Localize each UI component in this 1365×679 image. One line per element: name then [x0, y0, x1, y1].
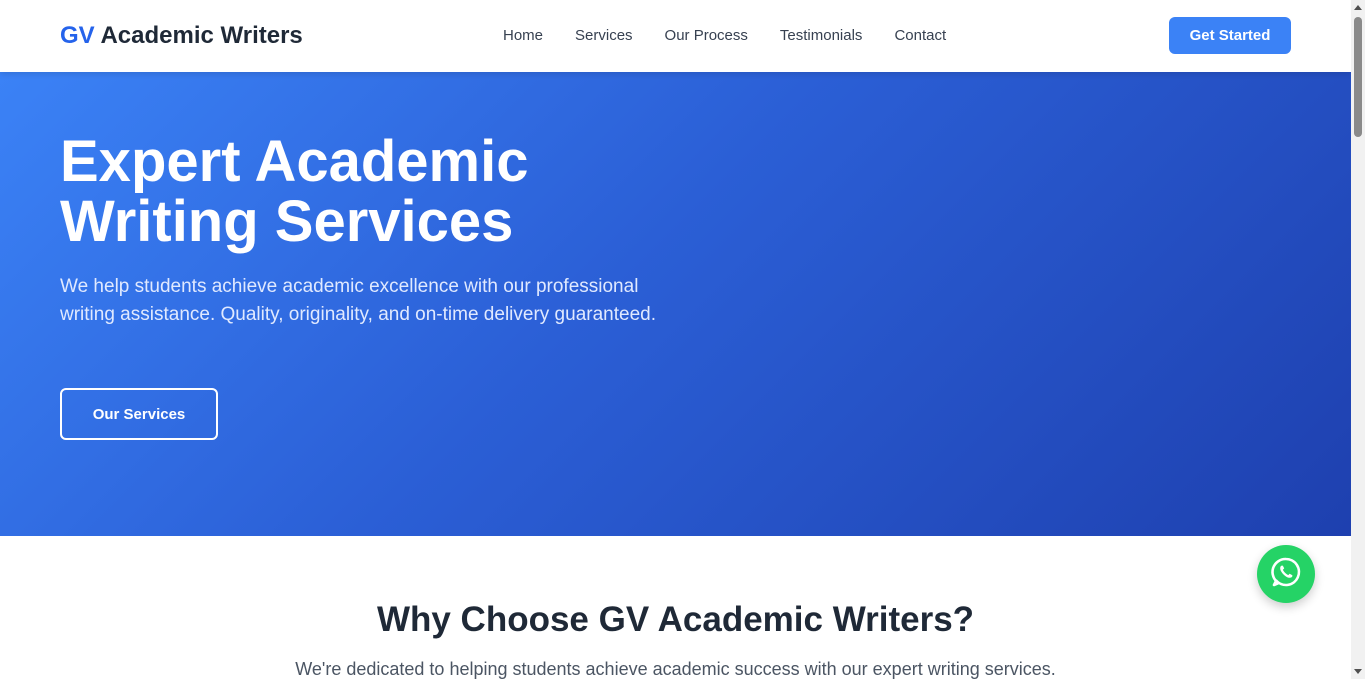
hero-title: Expert Academic Writing Services	[60, 132, 620, 252]
why-choose-title: Why Choose GV Academic Writers?	[376, 600, 975, 639]
hero-title-line-2: Writing Services	[60, 189, 514, 254]
hero-subtitle: We help students achieve academic excell…	[60, 276, 656, 325]
our-services-button[interactable]: Our Services	[60, 388, 218, 440]
scroll-down-arrow-icon[interactable]	[1354, 669, 1362, 674]
logo[interactable]: GV Academic Writers	[60, 22, 303, 50]
whatsapp-button[interactable]	[1257, 545, 1315, 603]
nav-testimonials[interactable]: Testimonials	[780, 27, 863, 44]
scrollbar[interactable]	[1351, 0, 1365, 679]
whatsapp-icon	[1268, 554, 1304, 595]
nav-our-process[interactable]: Our Process	[665, 27, 748, 44]
hero-section: Expert Academic Writing Services We help…	[0, 72, 1351, 536]
nav-contact[interactable]: Contact	[894, 27, 946, 44]
scroll-up-arrow-icon[interactable]	[1354, 5, 1362, 10]
hero-title-line-1: Expert Academic	[60, 129, 529, 194]
nav-home[interactable]: Home	[503, 27, 543, 44]
logo-accent: GV	[60, 22, 95, 49]
why-choose-subtitle: We're dedicated to helping students achi…	[295, 659, 1056, 679]
site-header: GV Academic Writers Home Services Our Pr…	[0, 0, 1351, 72]
get-started-button[interactable]: Get Started	[1169, 17, 1291, 54]
nav-services[interactable]: Services	[575, 27, 633, 44]
scrollbar-thumb[interactable]	[1354, 17, 1362, 137]
main-nav: Home Services Our Process Testimonials C…	[503, 27, 978, 44]
logo-text: Academic Writers	[100, 22, 303, 49]
page: GV Academic Writers Home Services Our Pr…	[0, 0, 1351, 679]
